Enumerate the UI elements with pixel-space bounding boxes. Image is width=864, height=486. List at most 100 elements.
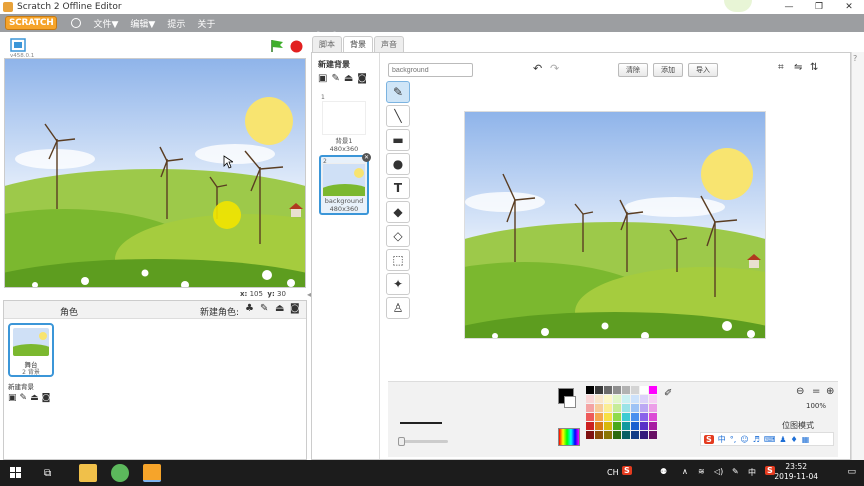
color-swatch[interactable] — [622, 431, 630, 439]
stage-thumbnail[interactable]: 舞台 2 背景 — [8, 323, 54, 377]
presentation-mode-icon[interactable] — [10, 38, 26, 52]
add-button[interactable]: 添加 — [653, 63, 683, 77]
color-swatch[interactable] — [586, 404, 594, 412]
tab-scripts[interactable]: 脚本 — [312, 36, 342, 52]
secondary-color-swatch[interactable] — [564, 396, 576, 408]
color-swatch[interactable] — [631, 404, 639, 412]
menu-about[interactable]: 关于 — [197, 17, 215, 30]
text-tool-icon[interactable]: T — [386, 177, 410, 199]
line-tool-icon[interactable]: ╲ — [386, 105, 410, 127]
color-swatch[interactable] — [631, 422, 639, 430]
color-swatch[interactable] — [613, 395, 621, 403]
menu-tips[interactable]: 提示 — [167, 17, 185, 30]
color-swatch[interactable] — [631, 395, 639, 403]
menu-edit[interactable]: 编辑▼ — [130, 17, 155, 30]
color-swatch[interactable] — [595, 413, 603, 421]
upload-sprite-icon[interactable]: ⏏ — [275, 303, 284, 314]
color-swatch[interactable] — [649, 395, 657, 403]
ime-mode-indicator[interactable]: 中 — [748, 467, 756, 478]
menu-file[interactable]: 文件▼ — [93, 17, 118, 30]
stamp-tool-icon[interactable]: ♙ — [386, 297, 410, 319]
library-icon[interactable]: ▣ — [318, 73, 327, 84]
flip-vertical-icon[interactable]: ⇅ — [810, 62, 818, 73]
eraser-tool-icon[interactable]: ◇ — [386, 225, 410, 247]
color-swatch[interactable] — [613, 404, 621, 412]
wifi-icon[interactable]: ≋ — [698, 467, 705, 476]
color-swatch[interactable] — [604, 431, 612, 439]
color-swatch[interactable] — [595, 422, 603, 430]
stop-icon[interactable] — [290, 40, 303, 53]
color-swatch[interactable] — [622, 386, 630, 394]
color-swatch[interactable] — [622, 404, 630, 412]
rectangle-tool-icon[interactable]: ▬ — [386, 129, 410, 151]
volume-icon[interactable]: ◁) — [714, 467, 723, 476]
color-swatch[interactable] — [631, 431, 639, 439]
ime-chinese-icon[interactable]: 中 — [718, 434, 726, 445]
color-swatch[interactable] — [640, 386, 648, 394]
paint-canvas[interactable] — [464, 111, 766, 339]
paint-backdrop-icon[interactable]: ✎ — [20, 393, 28, 403]
color-swatch[interactable] — [604, 404, 612, 412]
paint-icon[interactable]: ✎ — [331, 73, 339, 84]
ime-emoji-icon[interactable]: ☺ — [740, 435, 748, 444]
delete-backdrop-icon[interactable]: ✕ — [362, 153, 371, 162]
people-icon[interactable]: ⚉ — [660, 467, 667, 476]
ime-keyboard-icon[interactable]: ⌨ — [764, 435, 776, 444]
brush-size-slider[interactable] — [398, 437, 448, 446]
color-swatch[interactable] — [613, 386, 621, 394]
input-lang-indicator[interactable]: CH — [607, 468, 619, 477]
scratch-logo[interactable]: SCRATCH — [5, 16, 58, 30]
color-swatch[interactable] — [649, 404, 657, 412]
select-tool-icon[interactable]: ⬚ — [386, 249, 410, 271]
windows-start-icon[interactable] — [10, 467, 22, 479]
redo-icon[interactable]: ↷ — [550, 62, 559, 75]
color-swatch[interactable] — [604, 386, 612, 394]
scratch-taskbar-icon[interactable] — [143, 464, 162, 482]
color-swatch[interactable] — [640, 422, 648, 430]
zoom-out-icon[interactable]: ⊖ — [796, 386, 804, 397]
minimize-button[interactable]: — — [774, 0, 804, 14]
color-swatch[interactable] — [586, 386, 594, 394]
color-swatch[interactable] — [622, 395, 630, 403]
flip-horizontal-icon[interactable]: ⇋ — [794, 62, 802, 73]
choose-sprite-icon[interactable]: ♣ — [245, 303, 254, 314]
zoom-in-icon[interactable]: ⊕ — [826, 386, 834, 397]
slider-handle[interactable] — [398, 437, 405, 446]
color-swatch[interactable] — [586, 413, 594, 421]
clear-button[interactable]: 清除 — [618, 63, 648, 77]
ellipse-tool-icon[interactable]: ● — [386, 153, 410, 175]
backdrop-library-icon[interactable]: ▣ — [8, 393, 17, 403]
import-button[interactable]: 导入 — [688, 63, 718, 77]
tray-sogou-icon-2[interactable]: S — [765, 466, 775, 475]
ime-user-icon[interactable]: ♟ — [779, 435, 786, 444]
color-swatch[interactable] — [649, 386, 657, 394]
pen-icon[interactable]: ✎ — [732, 467, 739, 476]
brush-tool-icon[interactable]: ✎ — [386, 81, 410, 103]
color-swatch[interactable] — [649, 431, 657, 439]
color-picker-spectrum[interactable] — [558, 428, 580, 446]
file-explorer-icon[interactable] — [79, 464, 98, 482]
color-swatch[interactable] — [622, 422, 630, 430]
color-swatch[interactable] — [613, 413, 621, 421]
camera-icon[interactable]: ◙ — [357, 73, 367, 84]
tray-sogou-icon[interactable]: S — [622, 466, 632, 475]
undo-icon[interactable]: ↶ — [533, 62, 542, 75]
color-swatch[interactable] — [622, 413, 630, 421]
task-view-icon[interactable]: ⧉ — [44, 468, 51, 479]
backdrop-name-field[interactable] — [388, 63, 473, 77]
color-swatch[interactable] — [604, 395, 612, 403]
tab-sounds[interactable]: 声音 — [374, 36, 404, 52]
backdrop-item-1[interactable]: 1 背景1 480x360 — [319, 93, 369, 153]
close-button[interactable]: ✕ — [834, 0, 864, 14]
color-swatch[interactable] — [613, 422, 621, 430]
eyedropper-icon[interactable]: ✐ — [664, 388, 672, 399]
tab-backdrops[interactable]: 背景 — [343, 36, 373, 52]
camera-sprite-icon[interactable]: ◙ — [290, 303, 300, 314]
zoom-reset-icon[interactable]: = — [812, 386, 820, 397]
upload-icon[interactable]: ⏏ — [344, 73, 353, 84]
ime-punct-icon[interactable]: °, — [730, 435, 737, 444]
color-swatch[interactable] — [586, 395, 594, 403]
clock[interactable]: 23:52 2019-11-04 — [774, 462, 858, 482]
upload-backdrop-icon[interactable]: ⏏ — [30, 393, 39, 403]
color-swatch[interactable] — [595, 431, 603, 439]
